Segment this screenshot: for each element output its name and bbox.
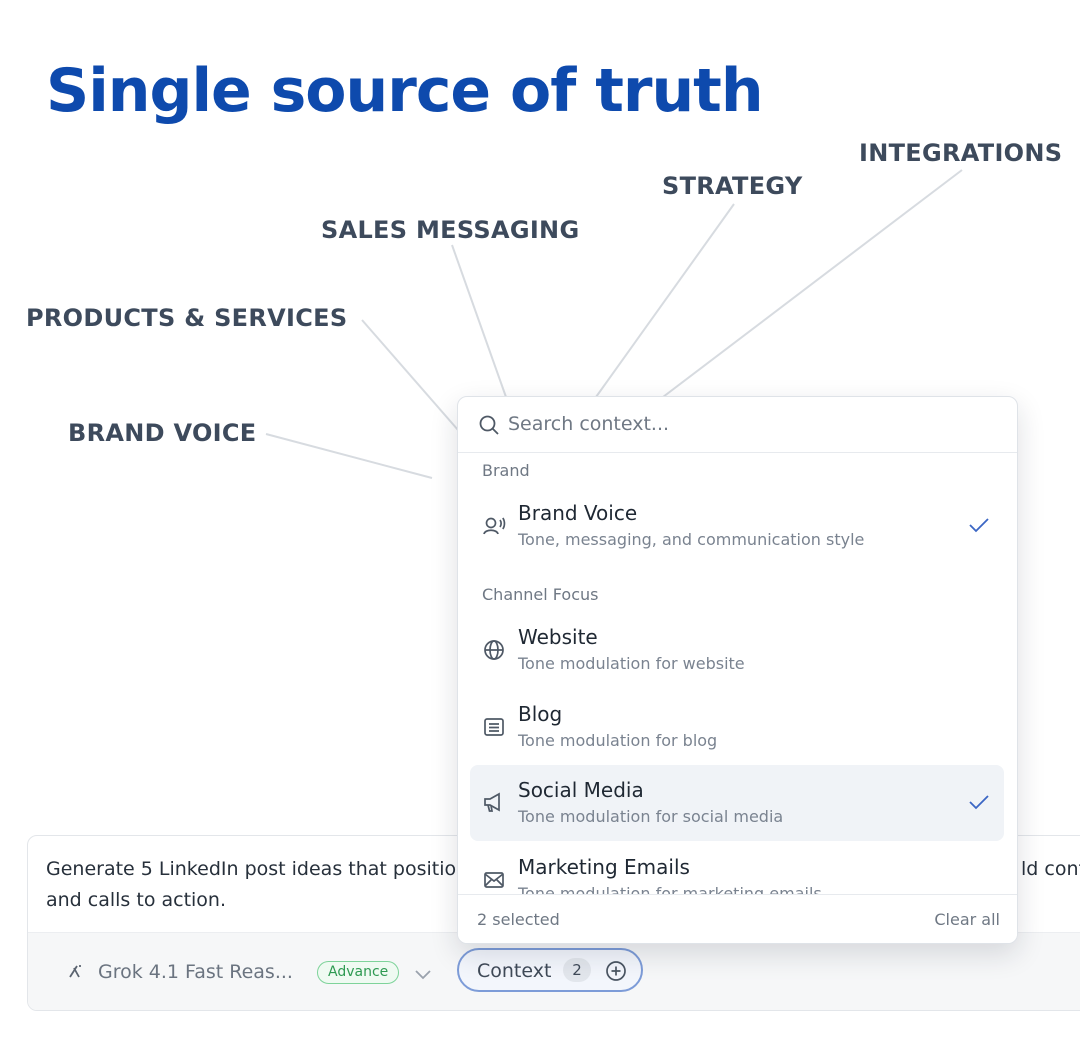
context-dropdown: Brand Brand Voice Tone, messaging, and c… — [457, 396, 1018, 944]
model-selector-label[interactable]: Grok 4.1 Fast Reas... — [98, 961, 293, 983]
context-count-badge: 2 — [563, 958, 591, 982]
list-item-marketing-emails[interactable]: Marketing Emails Tone modulation for mar… — [470, 842, 1004, 894]
search-input[interactable] — [508, 409, 988, 439]
item-title: Marketing Emails — [518, 855, 690, 879]
item-desc: Tone modulation for blog — [518, 731, 718, 750]
group-label-brand: Brand — [482, 461, 530, 480]
mail-icon — [482, 868, 506, 892]
item-desc: Tone modulation for marketing emails — [518, 884, 822, 894]
category-products-services: PRODUCTS & SERVICES — [26, 304, 348, 332]
connector-brand-voice — [265, 433, 433, 479]
check-icon — [968, 793, 990, 815]
context-list[interactable]: Brand Brand Voice Tone, messaging, and c… — [458, 453, 1017, 894]
check-icon — [968, 516, 990, 538]
connector-products-services — [361, 319, 459, 431]
selected-count: 2 selected — [477, 910, 560, 929]
list-item-website[interactable]: Website Tone modulation for website — [470, 612, 1004, 688]
clear-all-button[interactable]: Clear all — [934, 910, 1000, 929]
list-item-brand-voice[interactable]: Brand Voice Tone, messaging, and communi… — [470, 488, 1004, 564]
category-sales-messaging: SALES MESSAGING — [321, 216, 580, 244]
prompt-line-1-right: ld conte — [1021, 858, 1080, 880]
chevron-down-icon[interactable] — [414, 966, 432, 985]
megaphone-icon — [482, 791, 506, 815]
category-integrations: INTEGRATIONS — [859, 139, 1063, 167]
item-title: Brand Voice — [518, 501, 638, 525]
connector-integrations — [662, 169, 963, 398]
voice-icon — [482, 514, 506, 538]
globe-icon — [482, 638, 506, 662]
search-row — [458, 397, 1017, 453]
context-button-label: Context — [477, 960, 552, 982]
search-icon — [478, 414, 500, 440]
item-desc: Tone modulation for website — [518, 654, 745, 673]
connector-sales-messaging — [451, 244, 507, 398]
item-title: Social Media — [518, 778, 644, 802]
item-desc: Tone modulation for social media — [518, 807, 784, 826]
document-icon — [482, 715, 506, 739]
dropdown-footer: 2 selected Clear all — [458, 894, 1017, 943]
item-desc: Tone, messaging, and communication style — [518, 530, 865, 549]
category-brand-voice: BRAND VOICE — [68, 419, 257, 447]
connector-strategy — [595, 203, 735, 398]
context-button[interactable]: Context 2 — [457, 948, 643, 992]
grok-logo-icon — [68, 963, 84, 983]
category-strategy: STRATEGY — [662, 172, 803, 200]
item-title: Website — [518, 625, 598, 649]
item-title: Blog — [518, 702, 563, 726]
list-item-social-media[interactable]: Social Media Tone modulation for social … — [470, 765, 1004, 841]
group-label-channel-focus: Channel Focus — [482, 585, 599, 604]
model-badge: Advance — [317, 961, 400, 984]
list-item-blog[interactable]: Blog Tone modulation for blog — [470, 689, 1004, 765]
plus-circle-icon — [605, 960, 627, 986]
